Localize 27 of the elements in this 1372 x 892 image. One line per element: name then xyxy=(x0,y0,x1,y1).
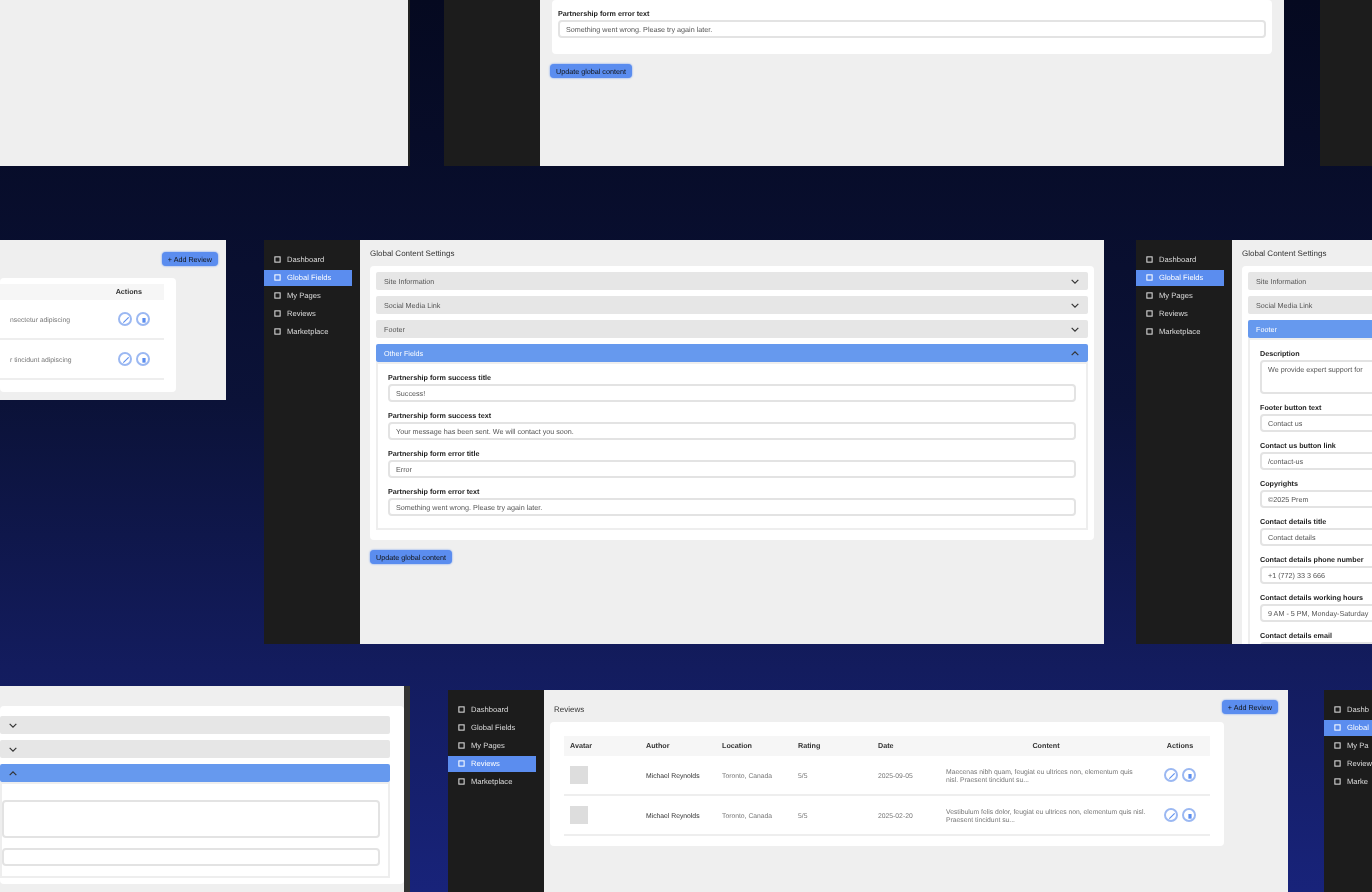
text-area[interactable] xyxy=(2,800,380,838)
chevron-up-icon xyxy=(1070,349,1080,357)
chevron-up-icon xyxy=(8,769,18,777)
chevron-down-icon xyxy=(8,721,18,729)
pencil-icon xyxy=(121,315,129,323)
edit-button[interactable] xyxy=(1164,768,1178,782)
delete-button[interactable] xyxy=(136,312,150,326)
trash-icon xyxy=(139,355,147,363)
edit-button[interactable] xyxy=(118,352,132,366)
delete-button[interactable] xyxy=(136,352,150,366)
chevron-down-icon xyxy=(1070,301,1080,309)
trash-icon xyxy=(1185,771,1193,779)
pencil-icon xyxy=(1167,811,1175,819)
chevron-down-icon xyxy=(8,745,18,753)
avatar-placeholder xyxy=(570,806,588,824)
trash-icon xyxy=(139,315,147,323)
pencil-icon xyxy=(1167,771,1175,779)
avatar-placeholder xyxy=(570,766,588,784)
input-field[interactable] xyxy=(2,848,380,866)
chevron-down-icon xyxy=(1070,325,1080,333)
chevron-down-icon xyxy=(1070,277,1080,285)
delete-button[interactable] xyxy=(1182,768,1196,782)
delete-button[interactable] xyxy=(1182,808,1196,822)
edit-button[interactable] xyxy=(118,312,132,326)
edit-button[interactable] xyxy=(1164,808,1178,822)
pencil-icon xyxy=(121,355,129,363)
trash-icon xyxy=(1185,811,1193,819)
